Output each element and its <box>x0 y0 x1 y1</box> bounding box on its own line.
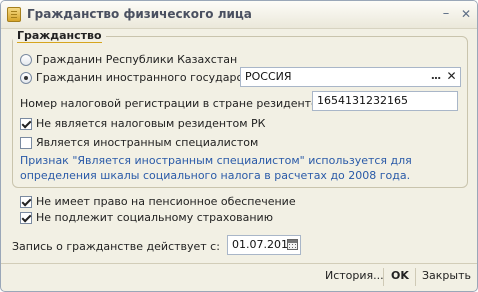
radio-foreign-citizen-label[interactable]: Гражданин иностранного государства <box>36 71 262 84</box>
country-value: РОССИЯ <box>245 70 292 83</box>
no-pension-checkbox[interactable] <box>20 196 32 208</box>
no-social-label[interactable]: Не подлежит социальному страхованию <box>36 211 273 224</box>
tax-id-label: Номер налоговой регистрации в стране рез… <box>20 97 341 110</box>
hint-text: Признак "Является иностранным специалист… <box>20 154 412 182</box>
valid-from-value: 01.07.2010 <box>232 238 295 251</box>
citizenship-dialog: Гражданство физического лица – ✕ Граждан… <box>0 0 478 292</box>
tax-id-input[interactable]: 1654131232165 <box>312 91 458 111</box>
close-window-button[interactable]: ✕ <box>458 6 474 22</box>
radio-kz-citizen-label[interactable]: Гражданин Республики Казахстан <box>36 53 237 66</box>
not-resident-checkbox[interactable] <box>20 118 32 130</box>
footer-divider <box>1 263 477 264</box>
window-title: Гражданство физического лица <box>27 7 252 21</box>
ok-button[interactable]: OK <box>391 269 409 282</box>
valid-from-label: Запись о гражданстве действует с: <box>12 240 220 253</box>
foreign-specialist-checkbox[interactable] <box>20 137 32 149</box>
calendar-icon[interactable] <box>287 239 298 250</box>
foreign-specialist-label[interactable]: Является иностранным специалистом <box>36 136 258 149</box>
group-title-text: Гражданство <box>17 29 102 43</box>
document-icon <box>7 7 21 22</box>
tax-id-value: 1654131232165 <box>317 94 408 107</box>
not-resident-label[interactable]: Не является налоговым резидентом РК <box>36 117 265 130</box>
radio-foreign-citizen[interactable] <box>20 72 32 84</box>
radio-kz-citizen[interactable] <box>20 54 32 66</box>
no-social-checkbox[interactable] <box>20 212 32 224</box>
minimize-button[interactable]: – <box>438 6 454 22</box>
country-select-button[interactable]: ... <box>428 69 443 85</box>
country-clear-button[interactable]: ✕ <box>444 69 459 85</box>
title-bar: Гражданство физического лица – ✕ <box>1 1 477 29</box>
history-button[interactable]: История... <box>325 269 384 282</box>
footer-separator <box>383 268 384 286</box>
footer-separator <box>415 268 416 286</box>
group-title: Гражданство <box>13 29 106 43</box>
close-button[interactable]: Закрыть <box>422 269 471 282</box>
no-pension-label[interactable]: Не имеет право на пенсионное обеспечение <box>36 195 296 208</box>
